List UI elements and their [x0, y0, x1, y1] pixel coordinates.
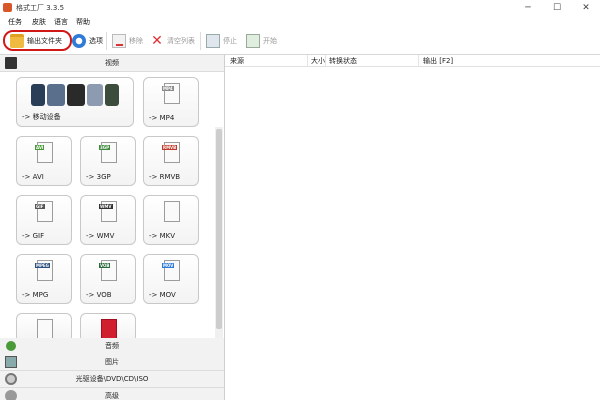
column-divider[interactable]	[307, 55, 308, 66]
category-picture-label: 图片	[105, 358, 119, 366]
flash-file-icon	[101, 319, 117, 340]
tile-label: -> MKV	[149, 232, 176, 240]
mobile-devices-icon	[31, 84, 121, 106]
category-advanced[interactable]: 高级	[0, 388, 224, 400]
options-icon	[72, 34, 86, 48]
tile-label: -> GIF	[22, 232, 45, 240]
category-audio[interactable]: 音频	[0, 338, 224, 355]
category-picture[interactable]: 图片	[0, 354, 224, 371]
start-label: 开始	[263, 37, 277, 45]
column-size[interactable]: 大小	[311, 56, 325, 66]
stop-label: 停止	[223, 37, 237, 45]
tile-mp4[interactable]: MP4 -> MP4	[143, 77, 199, 127]
gif-file-icon: GIF	[35, 201, 53, 222]
stop-icon	[206, 34, 220, 48]
clear-list-label: 清空列表	[167, 37, 195, 45]
category-disc[interactable]: 光驱设备\DVD\CD\ISO	[0, 371, 224, 388]
tile-avi[interactable]: AVI -> AVI	[16, 136, 72, 186]
tile-wmv[interactable]: WMV -> WMV	[80, 195, 136, 245]
toolbar: 输出文件夹 选项 移除 ✕ 清空列表 停止 开始	[0, 28, 600, 55]
mov-file-icon: MOV	[162, 260, 180, 281]
avi-file-icon: AVI	[35, 142, 53, 163]
start-button[interactable]: 开始	[246, 32, 277, 50]
scrollbar-thumb[interactable]	[216, 129, 222, 329]
column-divider[interactable]	[418, 55, 419, 66]
vob-file-icon: VOB	[99, 260, 117, 281]
maximize-button[interactable]: ☐	[543, 0, 571, 16]
tile-label: -> VOB	[86, 291, 112, 299]
window-title: 格式工厂 3.3.5	[16, 4, 65, 12]
stop-button[interactable]: 停止	[206, 32, 237, 50]
tile-mobile-device[interactable]: -> 移动设备	[16, 77, 134, 127]
tile-label: -> WMV	[86, 232, 115, 240]
tile-label: -> MOV	[149, 291, 176, 299]
column-source[interactable]: 来源	[230, 56, 244, 66]
category-audio-label: 音频	[105, 342, 119, 350]
column-divider[interactable]	[325, 55, 326, 66]
category-disc-label: 光驱设备\DVD\CD\ISO	[75, 375, 149, 383]
mkv-file-icon	[164, 201, 180, 222]
toolbar-divider	[200, 32, 201, 50]
tile-label: -> 移动设备	[22, 113, 61, 121]
wmv-file-icon: WMV	[99, 201, 117, 222]
file-icon	[37, 319, 53, 340]
start-icon	[246, 34, 260, 48]
title-bar: 格式工厂 3.3.5 ─ ☐ ✕	[0, 0, 600, 17]
tile-3gp[interactable]: 3GP -> 3GP	[80, 136, 136, 186]
menu-help[interactable]: 帮助	[76, 17, 90, 27]
tile-mkv[interactable]: -> MKV	[143, 195, 199, 245]
remove-label: 移除	[129, 37, 143, 45]
tile-label: -> AVI	[22, 173, 44, 181]
tile-gif[interactable]: GIF -> GIF	[16, 195, 72, 245]
category-video[interactable]: 视频	[0, 55, 224, 72]
options-label: 选项	[89, 37, 103, 45]
tile-label: -> MPG	[22, 291, 49, 299]
column-output[interactable]: 输出 [F2]	[423, 56, 453, 66]
rmvb-file-icon: RMVB	[162, 142, 180, 163]
mpg-file-icon: MPEG	[35, 260, 53, 281]
task-list-panel[interactable]: 来源 大小 转换状态 输出 [F2]	[225, 55, 600, 400]
menu-bar: 任务 皮肤 语言 帮助	[0, 16, 600, 28]
menu-skin[interactable]: 皮肤	[32, 17, 46, 27]
tile-mpg[interactable]: MPEG -> MPG	[16, 254, 72, 304]
tile-label: -> MP4	[149, 114, 175, 122]
output-folder-highlight	[3, 30, 72, 51]
3gp-file-icon: 3GP	[99, 142, 117, 163]
menu-task[interactable]: 任务	[8, 17, 22, 27]
category-advanced-label: 高级	[105, 392, 119, 400]
tile-mov[interactable]: MOV -> MOV	[143, 254, 199, 304]
category-panel: 视频 -> 移动设备 MP4 -> MP4 AVI -> AVI 3GP -> …	[0, 55, 225, 400]
task-list-header: 来源 大小 转换状态 输出 [F2]	[225, 55, 600, 67]
clear-list-icon: ✕	[151, 33, 163, 49]
remove-icon	[112, 34, 126, 48]
close-button[interactable]: ✕	[572, 0, 600, 16]
tile-rmvb[interactable]: RMVB -> RMVB	[143, 136, 199, 186]
mp4-file-icon: MP4	[162, 83, 180, 104]
menu-language[interactable]: 语言	[54, 17, 68, 27]
category-video-label: 视频	[105, 59, 119, 67]
tile-label: -> RMVB	[149, 173, 181, 181]
remove-button[interactable]: 移除	[112, 32, 143, 50]
tile-vob[interactable]: VOB -> VOB	[80, 254, 136, 304]
options-button[interactable]: 选项	[72, 32, 103, 50]
minimize-button[interactable]: ─	[514, 0, 542, 16]
toolbar-divider	[106, 32, 107, 50]
column-status[interactable]: 转换状态	[329, 56, 357, 66]
app-logo-icon	[3, 3, 12, 12]
clear-list-button[interactable]: ✕ 清空列表	[150, 32, 195, 50]
tile-label: -> 3GP	[86, 173, 111, 181]
